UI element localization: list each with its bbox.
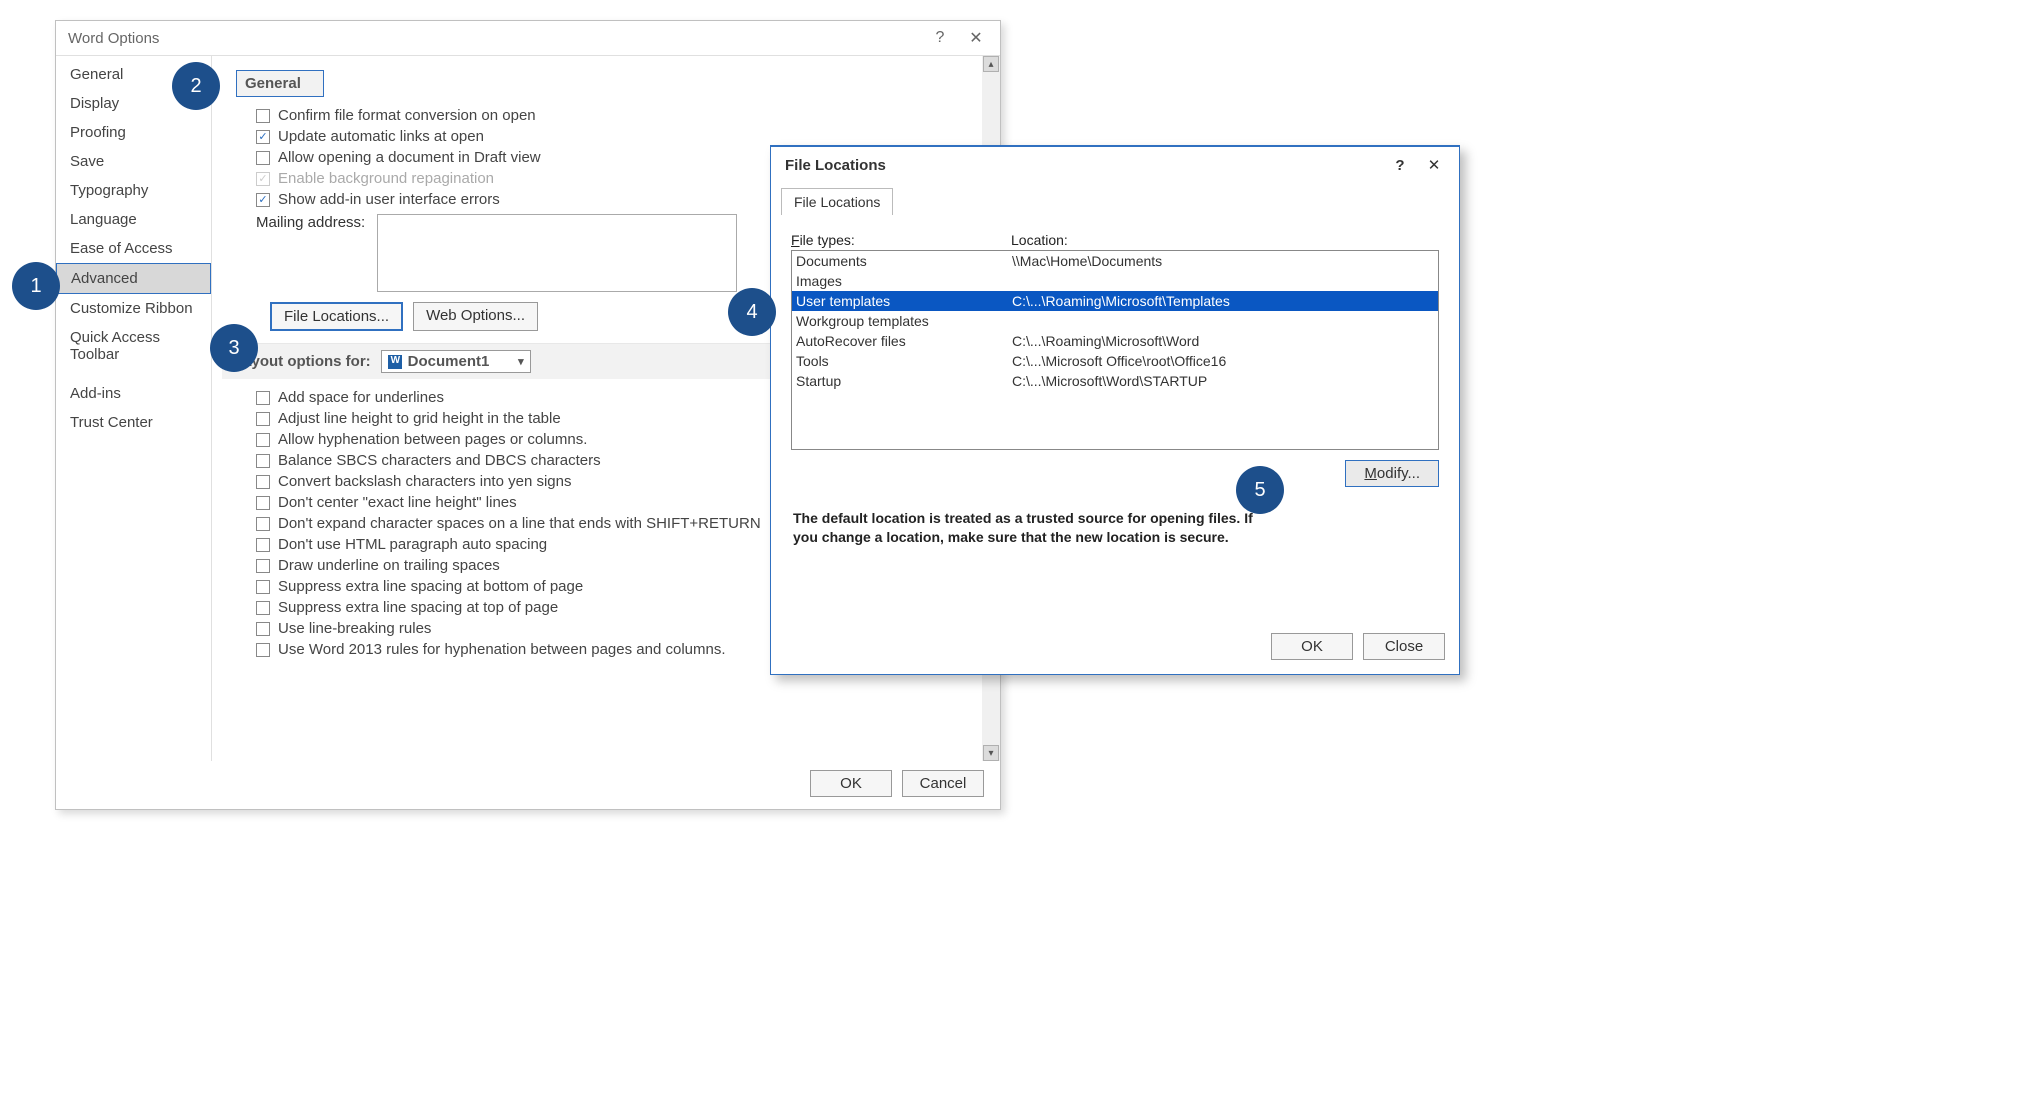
checkbox-icon[interactable]: ✓	[256, 130, 270, 144]
sidebar-item-quick-access[interactable]: Quick Access Toolbar	[56, 323, 211, 369]
checkbox-icon[interactable]	[256, 412, 270, 426]
location-header: Location:	[1011, 232, 1068, 248]
layout-option-label: Use Word 2013 rules for hyphenation betw…	[278, 641, 726, 658]
enable-background-label: Enable background repagination	[278, 170, 494, 187]
options-sidebar: General Display Proofing Save Typography…	[56, 56, 212, 761]
annotation-badge-5: 5	[1236, 466, 1284, 514]
sidebar-item-trust-center[interactable]: Trust Center	[56, 408, 211, 437]
close-icon[interactable]: ✕	[1417, 151, 1451, 179]
help-icon[interactable]: ?	[922, 25, 958, 51]
sidebar-item-ease-of-access[interactable]: Ease of Access	[56, 234, 211, 263]
confirm-file-format-row[interactable]: Confirm file format conversion on open	[256, 107, 972, 124]
layout-option-label: Don't expand character spaces on a line …	[278, 515, 761, 532]
list-item[interactable]: Documents\\Mac\Home\Documents	[792, 251, 1438, 271]
file-locations-list[interactable]: Documents\\Mac\Home\Documents Images Use…	[791, 250, 1439, 450]
file-locations-button[interactable]: File Locations...	[270, 302, 403, 331]
file-locations-dialog: File Locations ? ✕ File Locations File t…	[770, 145, 1460, 675]
file-locations-title: File Locations	[785, 157, 886, 174]
layout-option-label: Suppress extra line spacing at bottom of…	[278, 578, 583, 595]
layout-option-label: Don't use HTML paragraph auto spacing	[278, 536, 547, 553]
scroll-down-icon[interactable]: ▾	[983, 745, 999, 761]
checkbox-icon[interactable]: ✓	[256, 193, 270, 207]
sidebar-item-customize-ribbon[interactable]: Customize Ribbon	[56, 294, 211, 323]
mailing-textarea[interactable]	[377, 214, 737, 292]
ok-button[interactable]: OK	[810, 770, 892, 797]
sidebar-item-typography[interactable]: Typography	[56, 176, 211, 205]
list-item[interactable]: AutoRecover filesC:\...\Roaming\Microsof…	[792, 331, 1438, 351]
annotation-badge-2: 2	[172, 62, 220, 110]
layout-option-label: Don't center "exact line height" lines	[278, 494, 517, 511]
file-locations-titlebar: File Locations ? ✕	[771, 147, 1459, 183]
checkbox-icon[interactable]	[256, 151, 270, 165]
annotation-badge-4: 4	[728, 288, 776, 336]
checkbox-icon[interactable]	[256, 580, 270, 594]
confirm-file-format-label: Confirm file format conversion on open	[278, 107, 536, 124]
mailing-label: Mailing address:	[256, 214, 365, 231]
list-item[interactable]: Workgroup templates	[792, 311, 1438, 331]
checkbox-icon[interactable]	[256, 109, 270, 123]
checkbox-icon[interactable]	[256, 643, 270, 657]
security-note: The default location is treated as a tru…	[793, 509, 1273, 547]
sidebar-item-save[interactable]: Save	[56, 147, 211, 176]
checkbox-icon[interactable]	[256, 517, 270, 531]
layout-option-label: Draw underline on trailing spaces	[278, 557, 500, 574]
checkbox-icon[interactable]	[256, 622, 270, 636]
annotation-badge-1: 1	[12, 262, 60, 310]
layout-option-label: Adjust line height to grid height in the…	[278, 410, 561, 427]
file-locations-tab[interactable]: File Locations	[781, 188, 893, 215]
checkbox-icon[interactable]	[256, 433, 270, 447]
layout-document-name: Document1	[408, 353, 490, 370]
scroll-up-icon[interactable]: ▴	[983, 56, 999, 72]
update-auto-links-row[interactable]: ✓ Update automatic links at open	[256, 128, 972, 145]
layout-option-label: Balance SBCS characters and DBCS charact…	[278, 452, 601, 469]
list-item[interactable]: Images	[792, 271, 1438, 291]
layout-option-label: Convert backslash characters into yen si…	[278, 473, 571, 490]
sidebar-item-language[interactable]: Language	[56, 205, 211, 234]
layout-option-label: Allow hyphenation between pages or colum…	[278, 431, 587, 448]
checkbox-icon[interactable]	[256, 475, 270, 489]
layout-option-label: Suppress extra line spacing at top of pa…	[278, 599, 558, 616]
layout-option-label: Add space for underlines	[278, 389, 444, 406]
modify-button[interactable]: Modify...	[1345, 460, 1439, 487]
update-auto-links-label: Update automatic links at open	[278, 128, 484, 145]
list-item-selected[interactable]: User templatesC:\...\Roaming\Microsoft\T…	[792, 291, 1438, 311]
web-options-button[interactable]: Web Options...	[413, 302, 538, 331]
close-button[interactable]: Close	[1363, 633, 1445, 660]
annotation-badge-3: 3	[210, 324, 258, 372]
list-item[interactable]: StartupC:\...\Microsoft\Word\STARTUP	[792, 371, 1438, 391]
word-options-titlebar: Word Options ? ✕	[56, 21, 1000, 55]
sidebar-item-addins[interactable]: Add-ins	[56, 379, 211, 408]
close-icon[interactable]: ✕	[958, 25, 994, 51]
checkbox-icon[interactable]	[256, 454, 270, 468]
general-section-header: General	[236, 70, 324, 97]
checkbox-icon[interactable]	[256, 391, 270, 405]
checkbox-icon: ✓	[256, 172, 270, 186]
cancel-button[interactable]: Cancel	[902, 770, 984, 797]
checkbox-icon[interactable]	[256, 601, 270, 615]
file-types-header: File types:	[791, 232, 1011, 248]
checkbox-icon[interactable]	[256, 496, 270, 510]
list-item[interactable]: ToolsC:\...\Microsoft Office\root\Office…	[792, 351, 1438, 371]
allow-draft-label: Allow opening a document in Draft view	[278, 149, 541, 166]
checkbox-icon[interactable]	[256, 559, 270, 573]
show-addin-label: Show add-in user interface errors	[278, 191, 500, 208]
help-icon[interactable]: ?	[1383, 151, 1417, 179]
layout-document-select[interactable]: Document1	[381, 350, 531, 373]
checkbox-icon[interactable]	[256, 538, 270, 552]
ok-button[interactable]: OK	[1271, 633, 1353, 660]
sidebar-item-proofing[interactable]: Proofing	[56, 118, 211, 147]
document-icon	[388, 355, 402, 369]
word-options-title: Word Options	[68, 30, 159, 47]
layout-option-label: Use line-breaking rules	[278, 620, 431, 637]
sidebar-item-advanced[interactable]: Advanced	[56, 263, 211, 294]
